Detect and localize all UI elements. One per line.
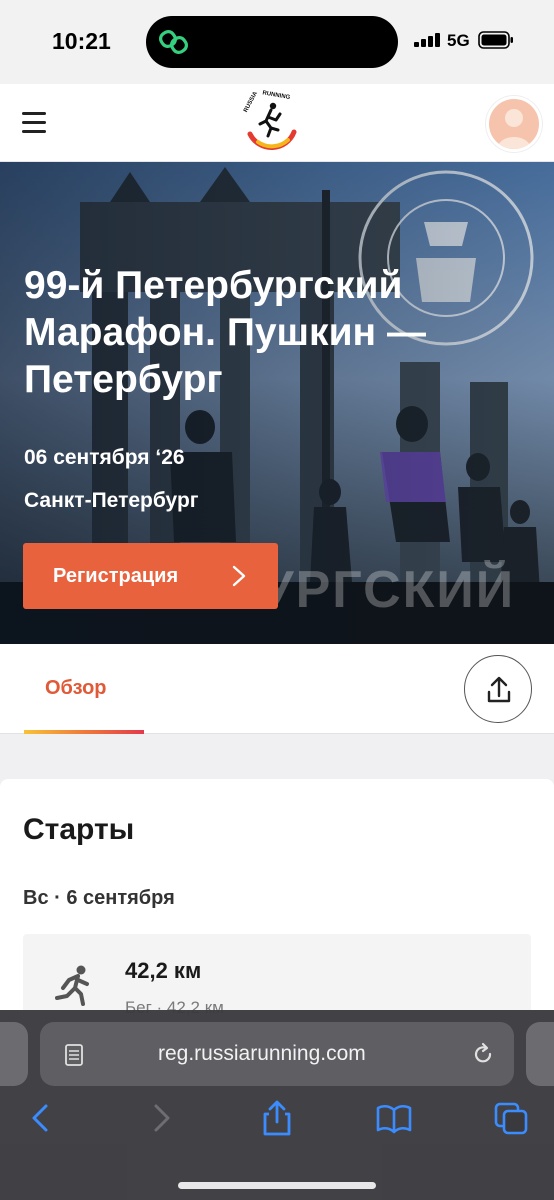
url-text: reg.russiarunning.com <box>158 1042 366 1065</box>
signal-icon <box>414 33 442 47</box>
forward-icon[interactable] <box>140 1098 180 1138</box>
dynamic-island <box>146 16 398 68</box>
event-hero: ПЕТЕРБУРГСКИЙ 99-й Петербургский Марафон… <box>0 162 554 644</box>
home-indicator <box>178 1182 376 1189</box>
share-icon <box>487 676 511 703</box>
svg-text:RUNNING: RUNNING <box>262 90 291 101</box>
back-icon[interactable] <box>22 1098 62 1138</box>
event-title: 99-й Петербургский Марафон. Пушкин — Пет… <box>24 264 426 401</box>
tabs-icon[interactable] <box>492 1098 532 1138</box>
page-menu-icon[interactable] <box>64 1044 84 1066</box>
event-city: Санкт-Петербург <box>24 489 199 512</box>
network-label: 5G <box>447 31 470 50</box>
start-distance: 42,2 км <box>125 958 202 983</box>
user-avatar-icon[interactable] <box>486 96 542 152</box>
tab-active-indicator <box>24 730 144 734</box>
register-button[interactable]: Регистрация <box>23 543 278 609</box>
toolbar-share-icon[interactable] <box>257 1098 297 1138</box>
status-bar: 10:21 5G <box>0 0 554 84</box>
next-tab-peek[interactable] <box>526 1022 554 1086</box>
link-icon <box>159 30 188 54</box>
russia-running-logo[interactable]: RUSSIA RUNNING <box>238 90 304 156</box>
register-button-label: Регистрация <box>53 564 179 587</box>
address-bar[interactable]: reg.russiarunning.com <box>40 1022 514 1086</box>
event-date: 06 сентября ‘26 <box>24 446 185 469</box>
share-button[interactable] <box>464 655 532 723</box>
status-time: 10:21 <box>52 28 111 54</box>
hamburger-icon[interactable] <box>22 112 46 133</box>
starts-title: Старты <box>23 813 135 846</box>
site-header: RUSSIA RUNNING <box>0 84 554 162</box>
reload-icon[interactable] <box>470 1041 496 1067</box>
previous-tab-peek[interactable] <box>0 1022 28 1086</box>
screen: 10:21 5G RUSSIA RUNNING 99-й Петербургск… <box>0 0 554 1200</box>
battery-icon <box>478 31 513 49</box>
bookmarks-icon[interactable] <box>374 1098 414 1138</box>
starts-date: Вс · 6 сентября <box>23 887 175 909</box>
svg-text:RUSSIA: RUSSIA <box>243 90 259 113</box>
chevron-right-icon <box>232 565 246 587</box>
runner-icon <box>55 965 89 1006</box>
starts-section: Старты Вс · 6 сентября 42,2 км Бег · 42,… <box>0 779 554 1039</box>
tab-overview-label: Обзор <box>45 677 107 699</box>
tab-overview[interactable]: Обзор <box>24 644 144 734</box>
